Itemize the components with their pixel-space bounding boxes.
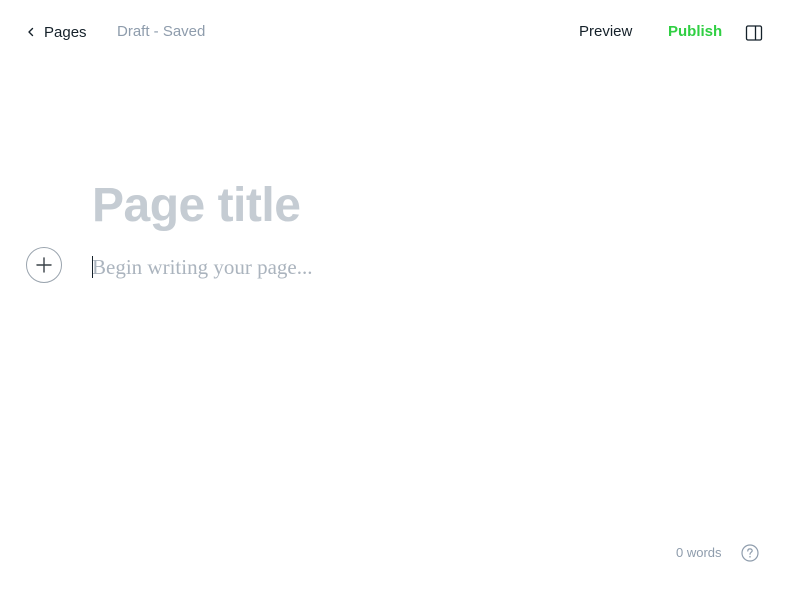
question-circle-icon xyxy=(741,544,759,562)
page-title-input[interactable]: Page title xyxy=(92,170,732,242)
plus-icon xyxy=(35,256,53,274)
sidebar-panel-icon xyxy=(745,24,763,42)
publish-button[interactable]: Publish xyxy=(668,22,722,42)
chevron-left-icon xyxy=(26,27,36,37)
editor-header: Pages Draft - Saved Preview Publish xyxy=(0,0,800,64)
settings-menu-toggle[interactable] xyxy=(745,24,763,42)
add-card-button[interactable] xyxy=(26,247,62,283)
back-to-pages-link[interactable]: Pages xyxy=(26,22,87,42)
body-placeholder: Begin writing your page... xyxy=(92,255,313,279)
save-status: Draft - Saved xyxy=(117,23,206,40)
preview-button[interactable]: Preview xyxy=(579,22,632,42)
word-count: 0 words xyxy=(676,545,722,560)
back-link-label: Pages xyxy=(44,23,87,41)
editor-canvas: Page title Begin writing your page... xyxy=(92,170,732,284)
editor-footer: 0 words xyxy=(676,543,759,563)
text-cursor xyxy=(92,256,93,278)
help-button[interactable] xyxy=(741,544,759,562)
page-body-editor[interactable]: Begin writing your page... xyxy=(92,252,732,284)
